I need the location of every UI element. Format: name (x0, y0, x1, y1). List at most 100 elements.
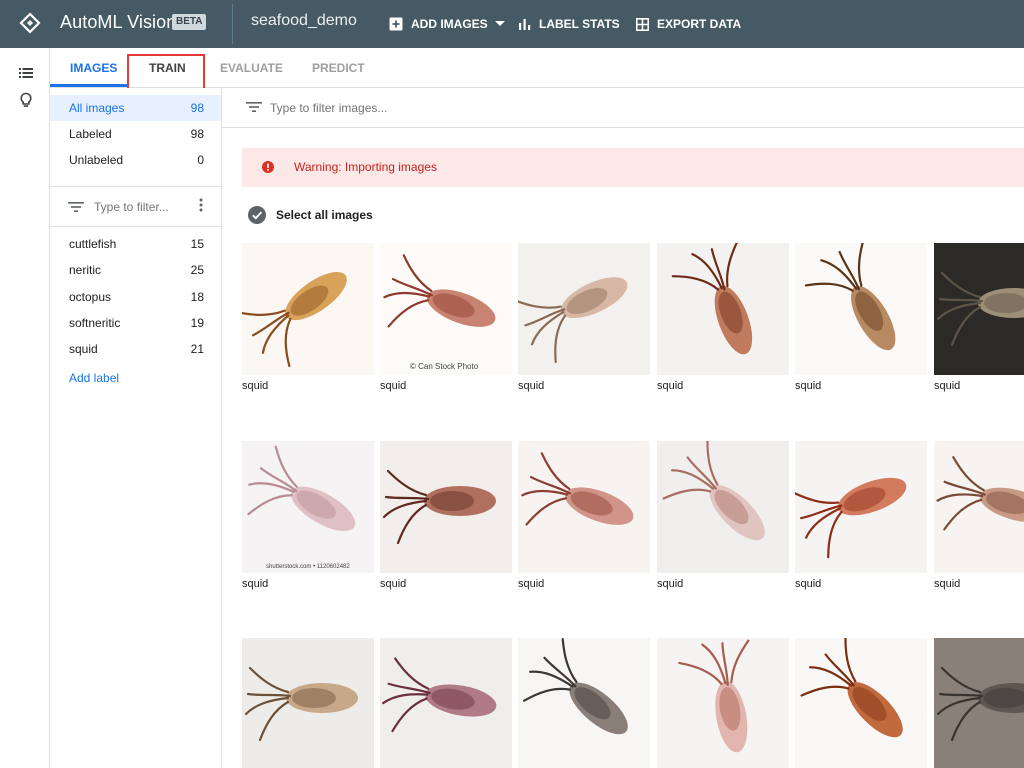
add-images-label: ADD IMAGES (411, 17, 488, 31)
filter-label: Unlabeled (69, 153, 124, 167)
squid-thumbnail-image (518, 243, 650, 375)
image-label: squid (518, 578, 545, 590)
label-stats-label: LABEL STATS (539, 17, 620, 31)
image-tile[interactable]: squid (657, 243, 789, 393)
select-all-label: Select all images (276, 208, 373, 222)
image-label: squid (380, 380, 407, 392)
squid-thumbnail-image (518, 441, 650, 573)
squid-thumbnail-image (795, 638, 927, 768)
label-row-octopus[interactable]: octopus 18 (50, 284, 221, 310)
filter-count: 98 (190, 101, 204, 115)
squid-thumbnail-image (380, 638, 512, 768)
image-label: squid (242, 380, 269, 392)
image-filter-bar (222, 88, 1024, 128)
label-stats-button[interactable]: LABEL STATS (519, 14, 620, 34)
label-name: squid (69, 342, 98, 356)
label-name: octopus (69, 290, 112, 304)
filter-all-images[interactable]: All images 98 (50, 95, 221, 121)
tab-evaluate[interactable]: EVALUATE (220, 61, 283, 75)
check-circle-icon (248, 206, 266, 224)
image-tile[interactable]: squid (380, 441, 512, 591)
squid-thumbnail-image (657, 638, 789, 768)
image-label: squid (518, 380, 545, 392)
label-filter-input[interactable]: Type to filter... (68, 196, 210, 218)
beta-badge: BETA (172, 14, 207, 30)
image-label: squid (657, 578, 684, 590)
bar-chart-icon (519, 19, 531, 30)
image-label: squid (242, 578, 269, 590)
image-tile[interactable] (518, 638, 650, 768)
image-tile[interactable] (657, 638, 789, 768)
automl-logo-icon (19, 12, 41, 34)
divider (50, 186, 221, 187)
image-tile[interactable]: squid (934, 243, 1024, 393)
squid-thumbnail-image (380, 243, 512, 375)
dropdown-arrow-icon (494, 21, 505, 26)
add-box-icon (389, 17, 403, 31)
label-row-softneritic[interactable]: softneritic 19 (50, 310, 221, 336)
squid-thumbnail-image (242, 638, 374, 768)
image-label: squid (795, 380, 822, 392)
left-nav-rail (0, 48, 50, 768)
squid-thumbnail-image (380, 441, 512, 573)
filter-count: 98 (190, 127, 204, 141)
image-gallery: Warning: Importing images Select all ima… (222, 88, 1024, 768)
image-tile[interactable]: squid (518, 243, 650, 393)
squid-thumbnail-image (657, 441, 789, 573)
image-tile[interactable]: squid (795, 243, 927, 393)
filter-unlabeled[interactable]: Unlabeled 0 (50, 147, 221, 173)
filter-label: All images (69, 101, 125, 115)
add-label-link[interactable]: Add label (69, 371, 119, 385)
filter-list-icon (68, 202, 84, 212)
image-tile[interactable]: shutterstock.com • 1120602482 squid (242, 441, 374, 591)
active-tab-indicator (50, 84, 128, 87)
image-tile[interactable] (380, 638, 512, 768)
image-tile[interactable] (934, 638, 1024, 768)
image-label: squid (934, 578, 961, 590)
topbar-divider (232, 4, 233, 44)
divider (50, 226, 221, 227)
tab-predict[interactable]: PREDICT (312, 61, 365, 75)
image-tile[interactable]: squid (242, 243, 374, 393)
image-tile[interactable] (242, 638, 374, 768)
export-data-button[interactable]: EXPORT DATA (636, 14, 741, 34)
label-name: softneritic (69, 316, 121, 330)
squid-thumbnail-image (657, 243, 789, 375)
table-grid-icon (636, 17, 649, 31)
label-name: neritic (69, 263, 102, 277)
label-count: 15 (190, 237, 204, 251)
label-row-cuttlefish[interactable]: cuttlefish 15 (50, 231, 221, 257)
image-watermark: shutterstock.com • 1120602482 (266, 564, 350, 570)
label-count: 19 (190, 316, 204, 330)
image-watermark: © Can Stock Photo (410, 362, 479, 371)
image-tile[interactable]: squid (657, 441, 789, 591)
image-tile[interactable]: squid (795, 441, 927, 591)
image-tile[interactable]: © Can Stock Photo squid (380, 243, 512, 393)
list-icon[interactable] (18, 65, 34, 81)
more-vert-icon[interactable] (198, 197, 204, 213)
image-label: squid (380, 578, 407, 590)
import-warning-banner: Warning: Importing images (242, 148, 1024, 187)
label-filter-panel: All images 98 Labeled 98 Unlabeled 0 Typ… (50, 88, 222, 768)
filter-labeled[interactable]: Labeled 98 (50, 121, 221, 147)
app-title: AutoML Vision (60, 12, 177, 32)
label-row-neritic[interactable]: neritic 25 (50, 257, 221, 283)
image-label: squid (795, 578, 822, 590)
warning-text: Warning: Importing images (294, 160, 437, 174)
tab-images[interactable]: IMAGES (70, 61, 117, 75)
squid-thumbnail-image (934, 638, 1024, 768)
filter-list-icon (246, 102, 262, 112)
image-label: squid (657, 380, 684, 392)
add-images-button[interactable]: ADD IMAGES (389, 14, 505, 34)
image-tile[interactable]: squid (934, 441, 1024, 591)
lightbulb-icon[interactable] (18, 92, 34, 108)
dataset-name: seafood_demo (251, 12, 357, 29)
label-name: cuttlefish (69, 237, 117, 251)
image-filter-input[interactable] (270, 98, 670, 118)
squid-thumbnail-image (934, 243, 1024, 375)
select-all-images[interactable]: Select all images (248, 206, 373, 224)
image-tile[interactable] (795, 638, 927, 768)
image-tile[interactable]: squid (518, 441, 650, 591)
label-row-squid[interactable]: squid 21 (50, 336, 221, 362)
filter-count: 0 (197, 153, 204, 167)
